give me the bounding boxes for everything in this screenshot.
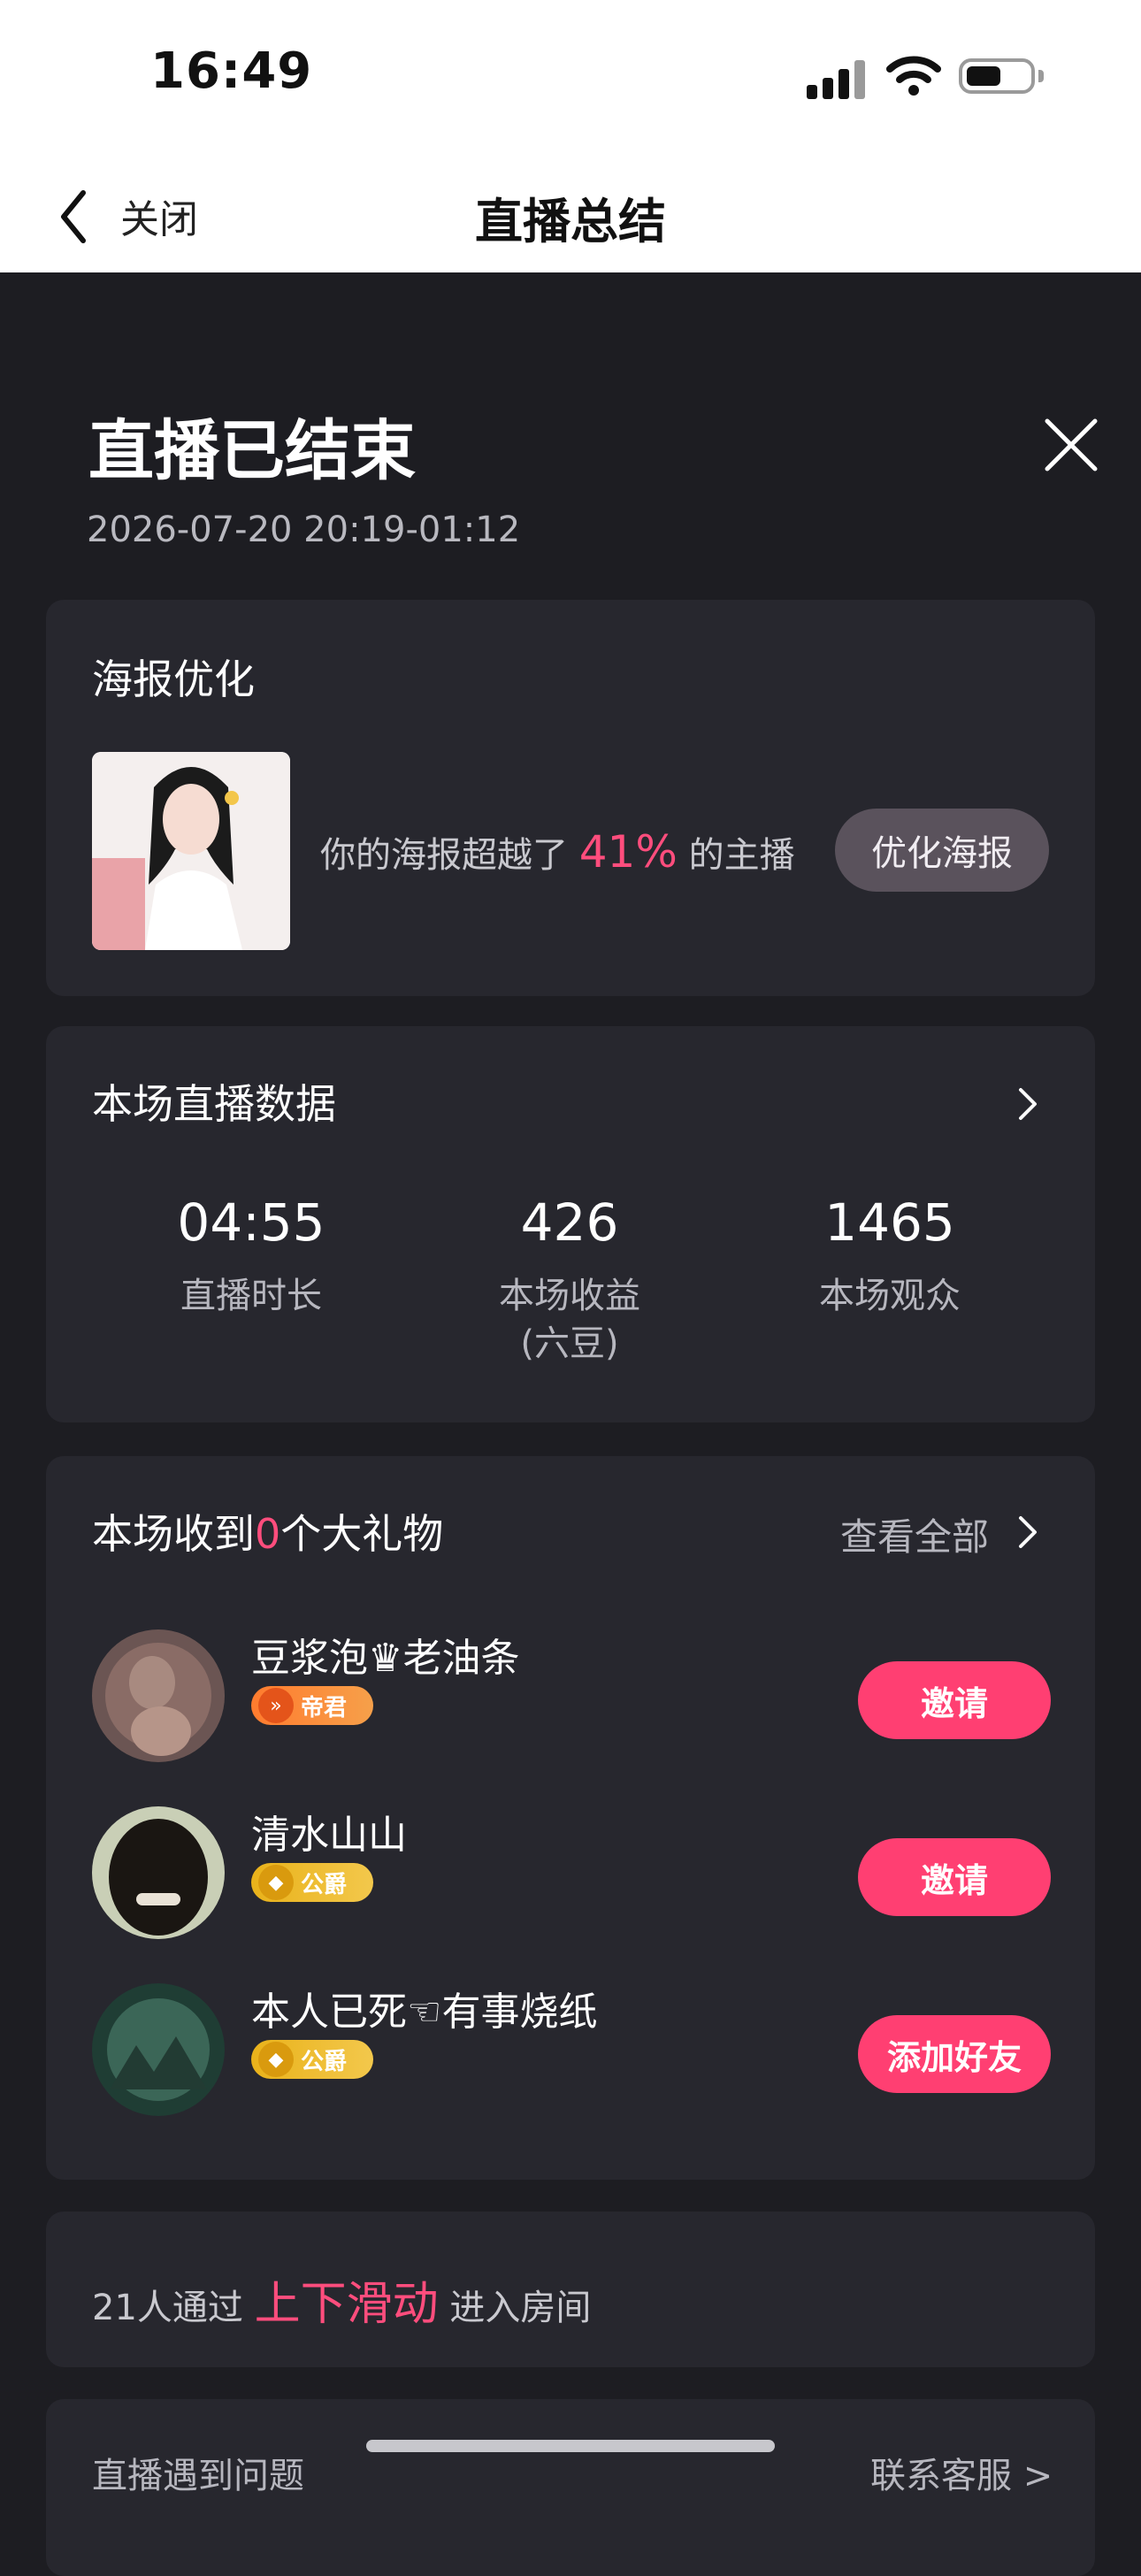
poster-card: 海报优化 你的海报超越了 41% 的主播 优化海报 xyxy=(46,600,1095,996)
swipe-entry-card: 21人通过 上下滑动 进入房间 xyxy=(46,2212,1095,2367)
status-time: 16:49 xyxy=(150,42,313,100)
rank-badge: » 帝君 xyxy=(251,1686,373,1725)
stat-audience: 1465 本场观众 xyxy=(819,1192,961,1316)
home-indicator[interactable] xyxy=(366,2440,775,2452)
live-stats-card: 本场直播数据 04:55 直播时长 426 本场收益 (六豆) 1465 本场观… xyxy=(46,1026,1095,1422)
gifts-card: 本场收到0个大礼物 查看全部 豆浆泡♛老油条 » 帝君 邀请 清水山山 ◆ 公爵… xyxy=(46,1456,1095,2180)
stat-duration: 04:55 直播时长 xyxy=(177,1192,325,1316)
invite-button[interactable]: 邀请 xyxy=(858,1661,1051,1739)
poster-thumbnail[interactable] xyxy=(92,752,290,950)
live-ended-title: 直播已结束 xyxy=(88,413,416,489)
battery-icon xyxy=(959,58,1044,94)
chevron-right-icon[interactable] xyxy=(1015,1085,1042,1123)
rank-badge: ◆ 公爵 xyxy=(251,1863,373,1902)
view-all-link[interactable]: 查看全部 xyxy=(840,1507,989,1561)
rank-diamond-icon: ◆ xyxy=(258,2042,294,2077)
chevron-right-icon[interactable] xyxy=(1015,1513,1042,1552)
contact-support-link[interactable]: 联系客服 > xyxy=(870,2447,1053,2498)
gift-user-row: 豆浆泡♛老油条 » 帝君 邀请 xyxy=(46,1622,1095,1764)
gift-user-row: 清水山山 ◆ 公爵 邀请 xyxy=(46,1799,1095,1941)
user-name: 豆浆泡♛老油条 xyxy=(251,1636,520,1681)
user-name: 本人已死☜有事烧纸 xyxy=(251,1990,598,2035)
cellular-signal-icon xyxy=(807,58,870,99)
rank-chevron-icon: » xyxy=(258,1688,294,1723)
poster-ranking-text: 你的海报超越了 41% 的主播 xyxy=(320,826,795,878)
gift-count: 0 xyxy=(255,1510,281,1558)
user-avatar[interactable] xyxy=(92,1806,225,1939)
poster-percent: 41% xyxy=(578,826,678,878)
optimize-poster-button[interactable]: 优化海报 xyxy=(835,809,1049,892)
rank-badge: ◆ 公爵 xyxy=(251,2040,373,2079)
stat-earnings: 426 本场收益 (六豆) xyxy=(499,1192,640,1364)
live-stats-title[interactable]: 本场直播数据 xyxy=(92,1072,336,1131)
add-friend-button[interactable]: 添加好友 xyxy=(858,2015,1051,2093)
swipe-entry-text: 21人通过 上下滑动 进入房间 xyxy=(92,2278,592,2331)
help-card: 直播遇到问题 联系客服 > xyxy=(46,2399,1095,2576)
poster-card-title: 海报优化 xyxy=(92,656,255,703)
gift-user-row: 本人已死☜有事烧纸 ◆ 公爵 添加好友 xyxy=(46,1976,1095,2118)
close-icon[interactable] xyxy=(1040,414,1102,476)
wifi-icon xyxy=(886,56,941,96)
invite-button[interactable]: 邀请 xyxy=(858,1838,1051,1916)
user-avatar[interactable] xyxy=(92,1983,225,2116)
top-bar: 16:49 关闭 直播总结 xyxy=(0,0,1141,272)
user-name: 清水山山 xyxy=(251,1813,407,1858)
live-time-range: 2026-07-20 20:19-01:12 xyxy=(87,510,521,550)
swipe-highlight: 上下滑动 xyxy=(254,2278,439,2331)
rank-diamond-icon: ◆ xyxy=(258,1865,294,1900)
page-title: 直播总结 xyxy=(475,194,666,249)
help-question: 直播遇到问题 xyxy=(92,2456,304,2496)
gifts-title: 本场收到0个大礼物 xyxy=(92,1510,444,1558)
user-avatar[interactable] xyxy=(92,1629,225,1762)
